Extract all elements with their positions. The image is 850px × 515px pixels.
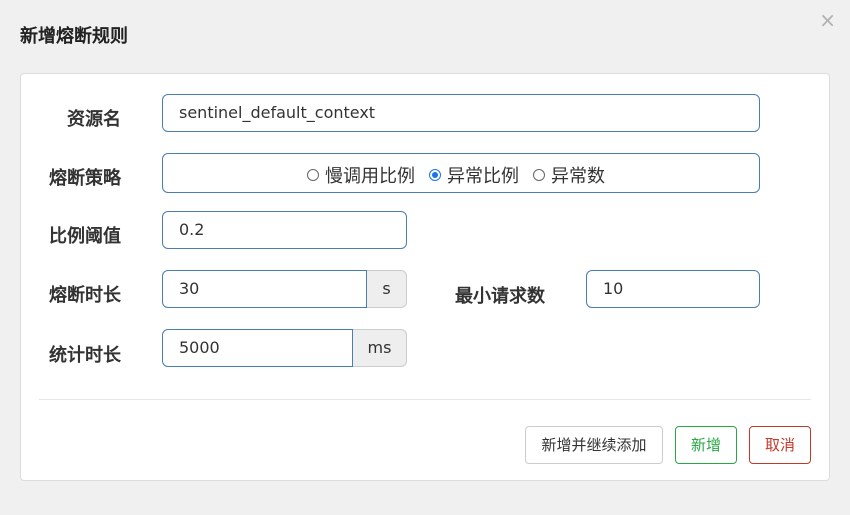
add-button[interactable]: 新增 [675, 426, 737, 464]
add-circuit-breaker-dialog: 新增熔断规则 × 资源名 sentinel_default_context 熔断… [0, 0, 850, 515]
stat-duration-group: 5000 ms [162, 329, 407, 367]
radio-error-ratio[interactable]: 异常比例 [429, 162, 519, 188]
form-panel: 资源名 sentinel_default_context 熔断策略 慢调用比例 … [20, 73, 830, 481]
close-icon[interactable]: × [819, 10, 836, 30]
resource-input[interactable]: sentinel_default_context [162, 94, 760, 132]
break-duration-group: 30 s [162, 270, 407, 308]
radio-label: 慢调用比例 [325, 166, 415, 187]
radio-checked-icon [429, 169, 441, 181]
divider [39, 399, 811, 400]
min-requests-label: 最小请求数 [455, 286, 545, 307]
radio-label: 异常比例 [447, 166, 519, 187]
ratio-threshold-label: 比例阈值 [49, 226, 121, 247]
dialog-title: 新增熔断规则 [20, 26, 128, 47]
ratio-threshold-input[interactable]: 0.2 [162, 211, 407, 249]
radio-error-count[interactable]: 异常数 [533, 162, 605, 188]
strategy-label: 熔断策略 [49, 168, 121, 189]
add-and-continue-button[interactable]: 新增并继续添加 [525, 426, 663, 464]
stat-duration-label: 统计时长 [49, 345, 121, 366]
resource-label: 资源名 [67, 109, 121, 130]
radio-unchecked-icon [533, 169, 545, 181]
radio-unchecked-icon [307, 169, 319, 181]
radio-label: 异常数 [551, 166, 605, 187]
break-duration-input[interactable]: 30 [162, 270, 367, 308]
min-requests-input[interactable]: 10 [586, 270, 760, 308]
break-duration-unit: s [367, 270, 407, 308]
strategy-radio-group: 慢调用比例 异常比例 异常数 [162, 153, 760, 193]
radio-slow-call-ratio[interactable]: 慢调用比例 [307, 162, 415, 188]
stat-duration-unit: ms [353, 329, 407, 367]
stat-duration-input[interactable]: 5000 [162, 329, 353, 367]
cancel-button[interactable]: 取消 [749, 426, 811, 464]
break-duration-label: 熔断时长 [49, 285, 121, 306]
